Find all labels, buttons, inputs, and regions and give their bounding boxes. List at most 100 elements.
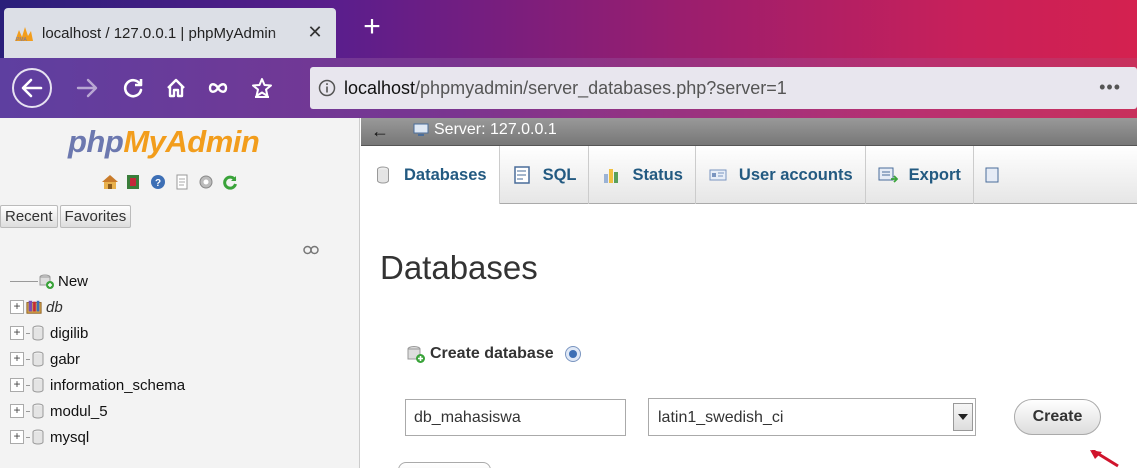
reload-nav-icon[interactable] <box>220 172 239 191</box>
forward-button[interactable] <box>74 75 100 101</box>
home-icon[interactable] <box>100 172 119 191</box>
top-menu: Databases SQL Status User accounts Expor… <box>361 146 1137 204</box>
phpmyadmin-logo[interactable]: phpMyAdmin <box>68 124 260 160</box>
tab-import-partial[interactable] <box>974 146 1013 204</box>
home-icon <box>167 78 185 98</box>
sql-icon <box>512 165 532 185</box>
annotation-arrow-icon <box>1090 450 1119 468</box>
tab-label: SQL <box>542 165 577 184</box>
tree-item-label: modul_5 <box>50 402 108 420</box>
reload-button[interactable] <box>120 75 146 101</box>
expand-icon[interactable]: + <box>10 326 24 340</box>
tab-label: Status <box>632 165 683 184</box>
new-tab-button[interactable]: + <box>355 12 389 46</box>
documentation-help-icon[interactable] <box>564 345 582 363</box>
help-icon[interactable]: ? <box>148 172 167 191</box>
svg-text:PMA: PMA <box>16 37 28 42</box>
create-database-heading: Create database <box>406 344 582 364</box>
navigation-panel: phpMyAdmin ? Recent Favorites New + db +… <box>0 118 360 468</box>
new-database-icon <box>407 346 425 363</box>
create-button[interactable]: Create <box>1014 399 1101 435</box>
database-name-input[interactable] <box>405 399 626 436</box>
tab-label: Databases <box>404 165 487 184</box>
tab-sql[interactable]: SQL <box>500 146 590 204</box>
tab-label: Export <box>908 165 961 184</box>
tree-item-digilib[interactable]: + digilib <box>10 320 185 346</box>
database-icon <box>30 351 46 367</box>
svg-text:?: ? <box>155 178 161 189</box>
recent-favorites-tabs: Recent Favorites <box>0 205 133 228</box>
database-icon <box>373 165 393 185</box>
settings-icon[interactable] <box>196 172 215 191</box>
browser-tab[interactable]: PMA localhost / 127.0.0.1 | phpMyAdmin ✕ <box>4 8 336 58</box>
tree-item-mysql[interactable]: + mysql <box>10 424 185 450</box>
browser-nav-bar: localhost/phpmyadmin/server_databases.ph… <box>0 58 1137 118</box>
expand-icon[interactable]: + <box>10 300 24 314</box>
tab-status[interactable]: Status <box>589 146 696 204</box>
tree-connector <box>10 280 38 282</box>
infinity-icon <box>208 83 228 93</box>
tree-item-label: information_schema <box>50 376 186 394</box>
browser-tab-bar: PMA localhost / 127.0.0.1 | phpMyAdmin ✕… <box>0 0 1137 58</box>
bookmarks-icon <box>252 78 272 98</box>
server-breadcrumb-bar: ← Server: 127.0.0.1 <box>361 118 1137 146</box>
tree-item-modul-5[interactable]: + modul_5 <box>10 398 185 424</box>
dropdown-arrow-icon[interactable] <box>953 403 973 431</box>
back-button[interactable] <box>12 68 52 108</box>
database-icon <box>30 377 46 393</box>
tree-item-label: mysql <box>50 428 90 446</box>
tree-item-label: New <box>58 272 89 290</box>
forward-arrow-icon <box>76 78 98 98</box>
link-with-main-panel-icon[interactable] <box>303 242 319 259</box>
screen: PMA localhost / 127.0.0.1 | phpMyAdmin ✕… <box>0 0 1137 468</box>
tree-item-gabr[interactable]: + gabr <box>10 346 185 372</box>
collation-select[interactable]: latin1_swedish_ci <box>648 398 976 436</box>
page-actions-icon[interactable]: ••• <box>1099 77 1121 98</box>
user-accounts-icon <box>708 165 728 185</box>
tree-item-new[interactable]: New <box>10 268 185 294</box>
tree-item-db[interactable]: + db <box>10 294 185 320</box>
create-database-label: Create database <box>430 345 554 362</box>
tab-label: User accounts <box>738 165 853 184</box>
collation-value: latin1_swedish_ci <box>658 409 784 426</box>
status-icon <box>601 165 621 185</box>
expand-icon[interactable]: + <box>10 352 24 366</box>
tab-databases[interactable]: Databases <box>361 146 500 204</box>
tab-user-accounts[interactable]: User accounts <box>696 146 866 204</box>
info-icon[interactable] <box>310 79 344 97</box>
database-tree: New + db + digilib + gabr + information_… <box>10 268 185 450</box>
address-bar[interactable]: localhost/phpmyadmin/server_databases.ph… <box>310 67 1137 109</box>
collapse-navigation-icon[interactable]: ← <box>371 121 389 142</box>
phpmyadmin-favicon-icon: PMA <box>14 24 34 42</box>
close-tab-icon[interactable]: ✕ <box>304 21 326 43</box>
server-label: Server: 127.0.0.1 <box>434 121 557 138</box>
bookmark-button[interactable] <box>249 75 275 101</box>
tree-item-label: db <box>46 298 63 316</box>
new-database-icon <box>38 273 54 289</box>
database-folder-icon <box>26 299 42 315</box>
tab-title: localhost / 127.0.0.1 | phpMyAdmin <box>42 24 277 42</box>
expand-icon[interactable]: + <box>10 430 24 444</box>
database-icon <box>30 429 46 445</box>
favorites-tab[interactable]: Favorites <box>59 205 132 228</box>
tab-export[interactable]: Export <box>866 146 974 204</box>
home-button[interactable] <box>163 75 189 101</box>
logout-icon[interactable] <box>124 172 143 191</box>
partial-filter-box[interactable] <box>398 462 491 468</box>
extension-button[interactable] <box>205 75 231 101</box>
docs-icon[interactable] <box>172 172 191 191</box>
page-title: Databases <box>380 249 538 286</box>
export-icon <box>878 165 898 185</box>
expand-icon[interactable]: + <box>10 404 24 418</box>
server-icon <box>413 123 429 136</box>
database-icon <box>30 325 46 341</box>
tree-item-information-schema[interactable]: + information_schema <box>10 372 185 398</box>
navigation-icon-row: ? <box>100 172 239 191</box>
reload-icon <box>123 78 143 98</box>
recent-tab[interactable]: Recent <box>0 205 58 228</box>
tree-item-label: gabr <box>50 350 81 368</box>
server-breadcrumb[interactable]: Server: 127.0.0.1 <box>413 121 557 139</box>
import-icon <box>982 165 1002 185</box>
tree-item-label: digilib <box>50 324 89 342</box>
expand-icon[interactable]: + <box>10 378 24 392</box>
